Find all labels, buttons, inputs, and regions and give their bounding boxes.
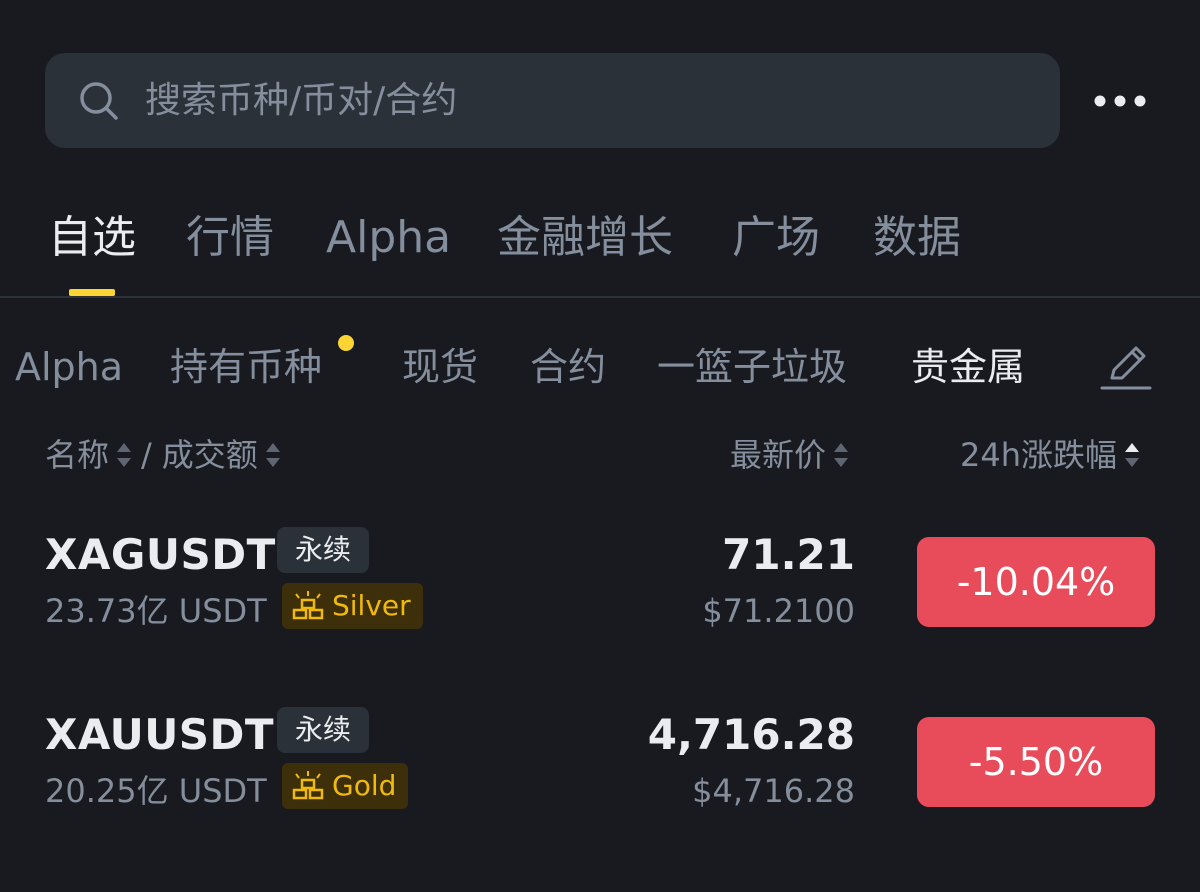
- sort-arrows-icon[interactable]: [832, 440, 850, 470]
- change-badge[interactable]: -10.04%: [917, 537, 1155, 627]
- col-separator: /: [141, 436, 152, 474]
- fiat-price: $71.2100: [702, 592, 855, 630]
- change-badge[interactable]: -5.50%: [917, 717, 1155, 807]
- last-price: 71.21: [722, 530, 855, 579]
- perpetual-badge: 永续: [277, 707, 370, 753]
- last-price: 4,716.28: [647, 710, 855, 759]
- tab-divider: [0, 296, 1200, 298]
- subtab-precious-metals[interactable]: 贵金属: [911, 340, 1025, 394]
- subtab-basket[interactable]: 一篮子垃圾: [657, 340, 847, 394]
- volume-value: 20.25亿 USDT: [45, 772, 267, 810]
- tab-markets[interactable]: 行情: [186, 210, 274, 266]
- metal-tag-label: Silver: [332, 589, 411, 622]
- subtab-holdings[interactable]: 持有币种: [170, 340, 322, 394]
- pencil-edit-icon[interactable]: [1100, 340, 1152, 392]
- col-last-price-label[interactable]: 最新价: [730, 430, 826, 480]
- sort-arrows-icon[interactable]: [1123, 440, 1141, 470]
- gold-bars-icon: [292, 591, 324, 620]
- col-header-name-volume: 名称 / 成交额: [45, 430, 282, 480]
- gold-bars-icon: [292, 771, 324, 800]
- col-name-label[interactable]: 名称: [45, 430, 109, 480]
- sort-arrows-icon[interactable]: [115, 440, 133, 470]
- symbol-name: XAUUSDT: [45, 710, 275, 759]
- tab-alpha[interactable]: Alpha: [326, 210, 451, 266]
- notification-dot: [338, 335, 354, 351]
- subtab-alpha[interactable]: Alpha: [15, 340, 123, 394]
- more-dots-icon[interactable]: [1092, 90, 1148, 112]
- volume-value: 23.73亿 USDT: [45, 592, 267, 630]
- symbol-name: XAGUSDT: [45, 530, 276, 579]
- col-change-label[interactable]: 24h涨跌幅: [960, 430, 1117, 480]
- perpetual-badge: 永续: [277, 527, 370, 573]
- search-icon: [80, 82, 118, 120]
- fiat-price: $4,716.28: [692, 772, 855, 810]
- metal-tag-label: Gold: [332, 769, 397, 802]
- col-header-last-price[interactable]: 最新价: [730, 430, 850, 480]
- table-row[interactable]: XAGUSDT 永续 23.73亿 USDT Silver 71.21 $71.…: [0, 525, 1200, 685]
- metal-tag: Silver: [282, 583, 423, 629]
- tab-watchlist[interactable]: 自选: [48, 210, 136, 266]
- table-row[interactable]: XAUUSDT 永续 20.25亿 USDT Gold 4,716.28 $4,…: [0, 705, 1200, 865]
- tab-data[interactable]: 数据: [873, 210, 961, 266]
- subtab-spot[interactable]: 现货: [402, 340, 478, 394]
- col-header-change[interactable]: 24h涨跌幅: [960, 430, 1141, 480]
- col-volume-label[interactable]: 成交额: [162, 430, 258, 480]
- subtab-futures[interactable]: 合约: [530, 340, 606, 394]
- search-input[interactable]: [145, 70, 1025, 130]
- active-tab-indicator: [69, 289, 115, 296]
- tab-square[interactable]: 广场: [732, 210, 820, 266]
- tab-finance-growth[interactable]: 金融增长: [497, 210, 673, 266]
- main-tabs: 自选 行情 Alpha 金融增长 广场 数据: [0, 200, 1200, 296]
- metal-tag: Gold: [282, 763, 409, 809]
- sort-arrows-icon[interactable]: [264, 440, 282, 470]
